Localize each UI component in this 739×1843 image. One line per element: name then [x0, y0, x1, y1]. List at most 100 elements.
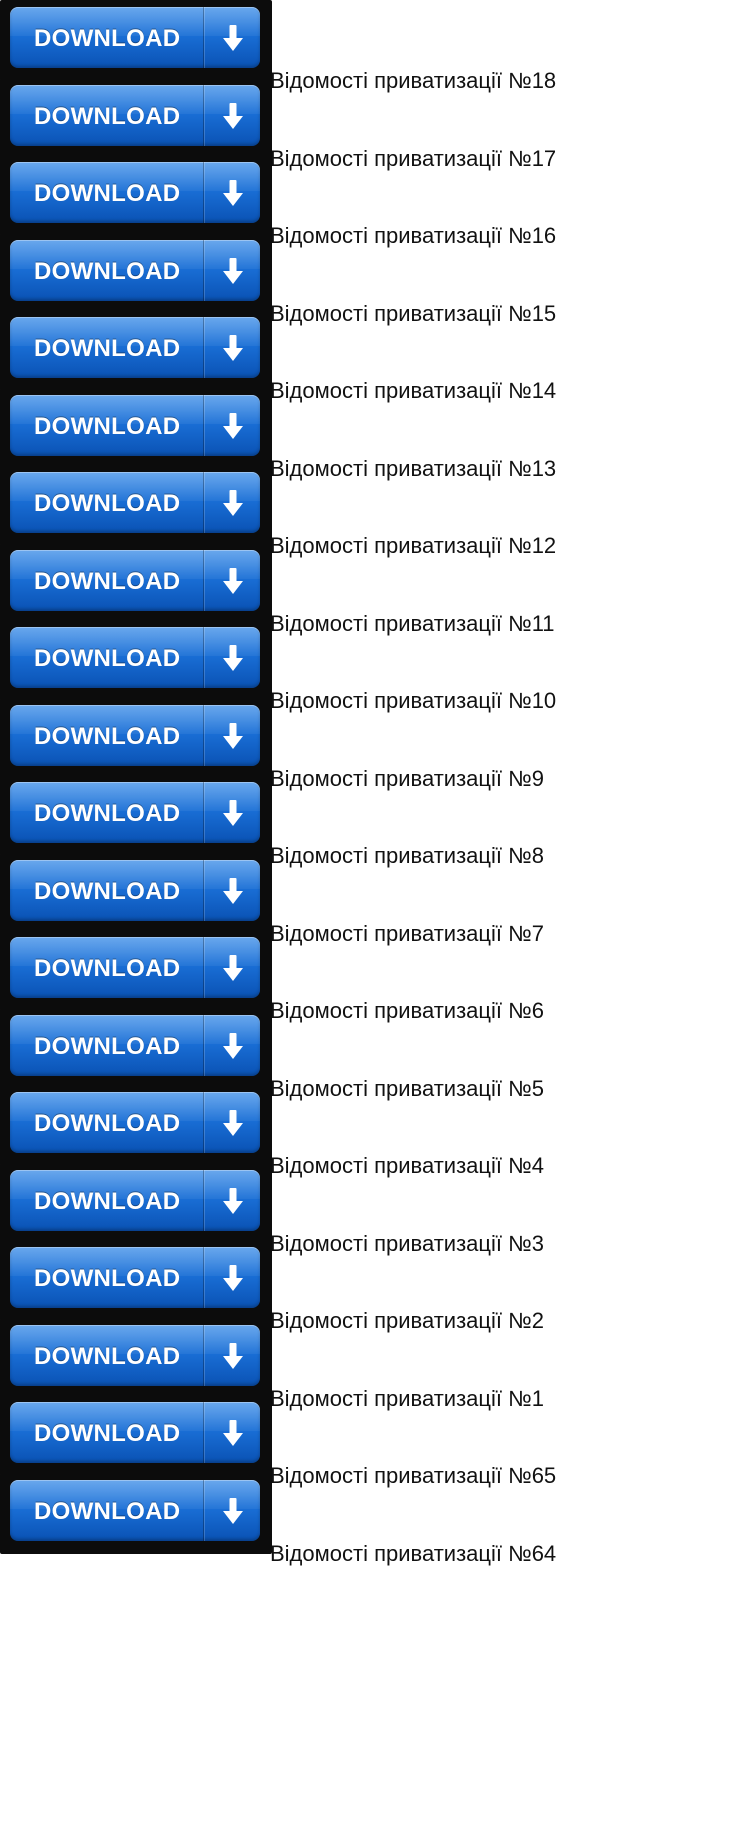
download-button[interactable]: DOWNLOAD — [0, 387, 272, 469]
document-title-link[interactable]: Відомості приватизації №1 — [270, 1386, 544, 1412]
download-label: DOWNLOAD — [34, 412, 181, 440]
download-label: DOWNLOAD — [34, 1265, 181, 1292]
document-title-link[interactable]: Відомості приватизації №18 — [270, 68, 556, 94]
download-button-face[interactable]: DOWNLOAD — [10, 84, 260, 146]
download-button[interactable]: DOWNLOAD — [0, 852, 272, 934]
document-title-link[interactable]: Відомості приватизації №12 — [270, 533, 556, 559]
document-title-link[interactable]: Відомості приватизації №65 — [270, 1463, 556, 1489]
download-label: DOWNLOAD — [34, 180, 181, 207]
download-button-face[interactable]: DOWNLOAD — [10, 1402, 260, 1463]
download-button-face[interactable]: DOWNLOAD — [10, 937, 260, 998]
download-button-face[interactable]: DOWNLOAD — [10, 782, 260, 843]
document-title-link[interactable]: Відомості приватизації №14 — [270, 378, 556, 404]
download-button[interactable]: DOWNLOAD — [0, 930, 272, 1011]
download-button[interactable]: DOWNLOAD — [0, 1007, 272, 1089]
arrow-down-icon — [223, 257, 243, 284]
download-label: DOWNLOAD — [34, 722, 181, 750]
download-label: DOWNLOAD — [34, 1342, 181, 1370]
button-divider — [203, 1014, 204, 1076]
button-divider — [203, 859, 204, 921]
download-button[interactable]: DOWNLOAD — [0, 1085, 272, 1166]
download-button-face[interactable]: DOWNLOAD — [10, 1169, 260, 1231]
download-label: DOWNLOAD — [34, 1110, 181, 1137]
download-button-face[interactable]: DOWNLOAD — [10, 549, 260, 611]
download-button[interactable]: DOWNLOAD — [0, 465, 272, 546]
document-title-link[interactable]: Відомості приватизації №4 — [270, 1153, 544, 1179]
document-title-link[interactable]: Відомості приватизації №64 — [270, 1541, 556, 1567]
download-button[interactable]: DOWNLOAD — [0, 155, 272, 236]
download-label: DOWNLOAD — [34, 1187, 181, 1215]
button-divider — [203, 937, 204, 998]
download-button-face[interactable]: DOWNLOAD — [10, 1014, 260, 1076]
arrow-down-icon — [223, 567, 243, 594]
download-button[interactable]: DOWNLOAD — [0, 0, 272, 81]
arrow-down-icon — [223, 490, 243, 516]
button-divider — [203, 7, 204, 68]
document-title-link[interactable]: Відомості приватизації №7 — [270, 921, 544, 947]
download-button-face[interactable]: DOWNLOAD — [10, 472, 260, 533]
arrow-down-icon — [223, 800, 243, 826]
document-title-link[interactable]: Відомості приватизації №10 — [270, 688, 556, 714]
download-label: DOWNLOAD — [34, 1032, 181, 1060]
arrow-down-icon — [223, 25, 243, 51]
document-title-link[interactable]: Відомості приватизації №6 — [270, 998, 544, 1024]
document-title-link[interactable]: Відомості приватизації №16 — [270, 223, 556, 249]
download-button[interactable]: DOWNLOAD — [0, 1472, 272, 1554]
download-button-face[interactable]: DOWNLOAD — [10, 1247, 260, 1308]
arrow-down-icon — [223, 1497, 243, 1524]
button-divider — [203, 317, 204, 378]
download-label: DOWNLOAD — [34, 257, 181, 285]
download-button[interactable]: DOWNLOAD — [0, 1162, 272, 1244]
document-title-link[interactable]: Відомості приватизації №11 — [270, 611, 555, 637]
document-title-link[interactable]: Відомості приватизації №2 — [270, 1308, 544, 1334]
download-button-face[interactable]: DOWNLOAD — [10, 1092, 260, 1153]
button-divider — [203, 1402, 204, 1463]
download-label: DOWNLOAD — [34, 567, 181, 595]
button-divider — [203, 1169, 204, 1231]
download-label: DOWNLOAD — [34, 800, 181, 827]
download-button-face[interactable]: DOWNLOAD — [10, 317, 260, 378]
download-button[interactable]: DOWNLOAD — [0, 232, 272, 314]
arrow-down-icon — [223, 877, 243, 904]
arrow-down-icon — [223, 1420, 243, 1446]
download-button-face[interactable]: DOWNLOAD — [10, 162, 260, 223]
download-button-face[interactable]: DOWNLOAD — [10, 859, 260, 921]
download-button-face[interactable]: DOWNLOAD — [10, 239, 260, 301]
button-divider — [203, 1092, 204, 1153]
document-title-link[interactable]: Відомості приватизації №15 — [270, 301, 556, 327]
button-divider — [203, 627, 204, 688]
download-button[interactable]: DOWNLOAD — [0, 775, 272, 856]
document-title-link[interactable]: Відомості приватизації №9 — [270, 766, 544, 792]
download-button-face[interactable]: DOWNLOAD — [10, 1479, 260, 1541]
arrow-down-icon — [223, 1342, 243, 1369]
download-button[interactable]: DOWNLOAD — [0, 1395, 272, 1476]
document-title-link[interactable]: Відомості приватизації №13 — [270, 456, 556, 482]
button-divider — [203, 704, 204, 766]
document-title-link[interactable]: Відомості приватизації №8 — [270, 843, 544, 869]
download-label: DOWNLOAD — [34, 645, 181, 672]
download-button-face[interactable]: DOWNLOAD — [10, 1324, 260, 1386]
button-divider — [203, 782, 204, 843]
document-title-link[interactable]: Відомості приватизації №5 — [270, 1076, 544, 1102]
download-button-face[interactable]: DOWNLOAD — [10, 627, 260, 688]
download-button[interactable]: DOWNLOAD — [0, 310, 272, 391]
download-button-face[interactable]: DOWNLOAD — [10, 7, 260, 68]
arrow-down-icon — [223, 102, 243, 129]
button-divider — [203, 84, 204, 146]
download-button[interactable]: DOWNLOAD — [0, 620, 272, 701]
download-button[interactable]: DOWNLOAD — [0, 542, 272, 624]
button-divider — [203, 1247, 204, 1308]
document-title-link[interactable]: Відомості приватизації №17 — [270, 146, 556, 172]
arrow-down-icon — [223, 335, 243, 361]
download-label: DOWNLOAD — [34, 102, 181, 130]
download-button-face[interactable]: DOWNLOAD — [10, 704, 260, 766]
document-title-link[interactable]: Відомості приватизації №3 — [270, 1231, 544, 1257]
download-button[interactable]: DOWNLOAD — [0, 1240, 272, 1321]
download-button[interactable]: DOWNLOAD — [0, 77, 272, 159]
download-button[interactable]: DOWNLOAD — [0, 1317, 272, 1399]
download-button-face[interactable]: DOWNLOAD — [10, 394, 260, 456]
download-button[interactable]: DOWNLOAD — [0, 697, 272, 779]
arrow-down-icon — [223, 1187, 243, 1214]
document-list: 2021-04-01 DOWNLOAD Відомості приватизац… — [0, 0, 739, 1566]
arrow-down-icon — [223, 412, 243, 439]
